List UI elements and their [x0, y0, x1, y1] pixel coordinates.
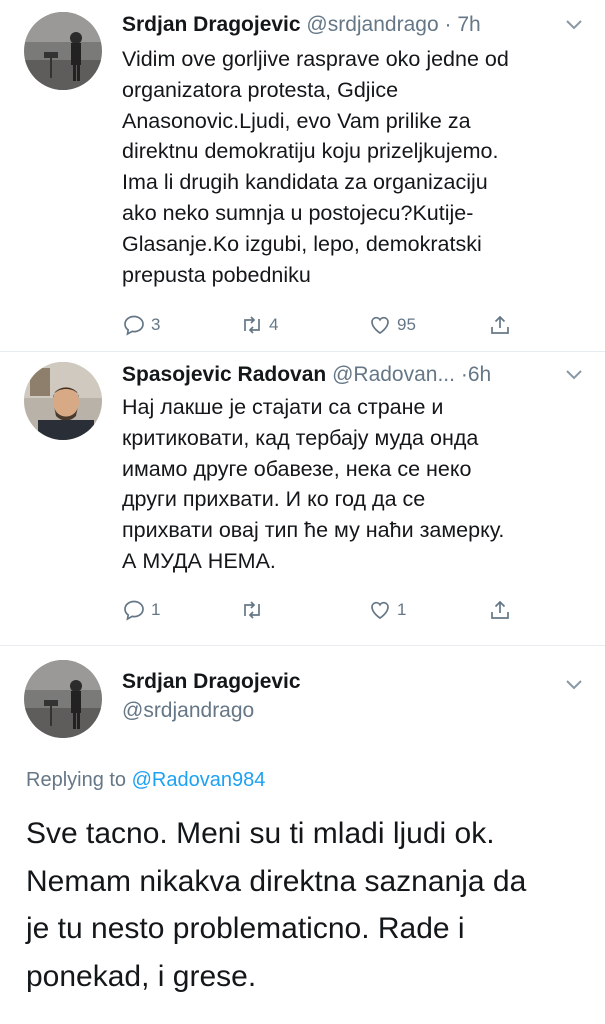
like-button[interactable]: 1: [368, 596, 406, 624]
author-name[interactable]: Srdjan Dragojevic: [122, 13, 301, 36]
retweet-button[interactable]: [240, 596, 269, 624]
avatar-photo: [24, 12, 102, 90]
tweet-text-line: други прихвати. И ко год да се: [122, 487, 426, 512]
tweet-text: Sve tacno. Meni su ti mladi ljudi ok. Ne…: [26, 810, 596, 1000]
avatar-photo: [24, 660, 102, 738]
tweet-text-line: Sve tacno. Meni su ti mladi ljudi ok.: [26, 817, 495, 850]
tweet-timestamp[interactable]: 6h: [468, 363, 491, 386]
share-button[interactable]: [488, 596, 517, 624]
like-count: 1: [397, 600, 407, 619]
tweet-text-line: Anasonovic.Ljudi, evo Vam prilike za: [122, 108, 471, 133]
author-avatar[interactable]: [24, 12, 102, 90]
like-button[interactable]: 95: [368, 311, 416, 339]
like-count: 95: [397, 315, 416, 334]
reply-icon: [124, 600, 144, 621]
reply-icon: [124, 315, 144, 336]
tweet-timestamp[interactable]: 7h: [457, 13, 480, 36]
share-button[interactable]: [488, 311, 517, 339]
tweet-text-line: критиковати, кад тербају муда онда: [122, 425, 479, 450]
tweet-text-line: Ima li drugih kandidata za organizaciju: [122, 170, 488, 195]
author-handle[interactable]: @srdjandrago: [122, 697, 254, 725]
replying-prefix: Replying to: [26, 769, 132, 791]
retweet-count: 4: [269, 315, 279, 334]
reply-count: 3: [151, 315, 161, 334]
tweet-text: Vidim ove gorljive rasprave oko jedne od…: [122, 44, 579, 290]
tweet-text-line: имамо друге обавезе, нека се неко: [122, 456, 472, 481]
author-avatar[interactable]: [24, 660, 102, 738]
tweet-text-line: прихвати овај тип ће му наћи замерку.: [122, 518, 505, 543]
tweet-text-line: Glasanje.Ko izgubi, lepo, demokratski: [122, 231, 482, 256]
chevron-down-icon[interactable]: [564, 678, 584, 692]
tweet-text-line: je tu nesto problematicno. Rade i: [26, 912, 465, 945]
separator-dot: ·: [438, 13, 458, 36]
tweet-text-line: prepusta pobedniku: [122, 262, 311, 287]
chevron-down-icon[interactable]: [564, 368, 584, 382]
tweet-actions: 1 1: [122, 596, 542, 624]
avatar-photo: [24, 362, 102, 440]
tweet-text-line: А МУДА НЕМА.: [122, 548, 276, 573]
tweet-text-line: Нај лакше је стајати са стране и: [122, 395, 444, 419]
reply-button[interactable]: 1: [122, 596, 160, 624]
tweet-text: Нај лакше је стајати са стране и критико…: [122, 392, 579, 577]
author-avatar[interactable]: [24, 362, 102, 440]
tweet-card[interactable]: Spasojevic Radovan @Radovan... ·6h Нај л…: [0, 352, 605, 642]
author-handle[interactable]: @srdjandrago: [306, 13, 438, 36]
tweet-text-line: ponekad, i grese.: [26, 959, 257, 993]
author-name[interactable]: Srdjan Dragojevic: [122, 668, 301, 696]
tweet-text-line: organizatora protesta, Gdjice: [122, 77, 399, 102]
tweet-text-line: Vidim ove gorljive rasprave oko jedne od: [122, 47, 509, 71]
reply-button[interactable]: 3: [122, 311, 160, 339]
author-handle[interactable]: @Radovan...: [332, 363, 455, 386]
chevron-down-icon[interactable]: [564, 18, 584, 32]
tweet-text-line: ako neko sumnja u postojecu?Kutije-: [122, 200, 474, 225]
tweet-actions: 3 4 95: [122, 311, 542, 339]
replying-to: Replying to @Radovan984: [26, 766, 265, 794]
reply-count: 1: [151, 600, 161, 619]
retweet-button[interactable]: 4: [240, 311, 278, 339]
share-icon: [491, 315, 509, 334]
retweet-icon: [244, 316, 260, 334]
share-icon: [491, 600, 509, 619]
author-name[interactable]: Spasojevic Radovan: [122, 363, 326, 386]
separator-dot: ·: [454, 363, 468, 386]
tweet-card[interactable]: Srdjan Dragojevic @srdjandrago · 7h Vidi…: [0, 0, 605, 350]
heart-icon: [371, 316, 389, 335]
divider: [0, 645, 605, 646]
heart-icon: [371, 601, 389, 620]
tweet-text-line: direktnu demokratiju koju prizeljkujemo.: [122, 139, 499, 164]
tweet-text-line: Nemam nikakva direktna saznanja da: [26, 864, 527, 898]
retweet-icon: [244, 601, 260, 619]
reply-mention-link[interactable]: @Radovan984: [132, 769, 266, 791]
